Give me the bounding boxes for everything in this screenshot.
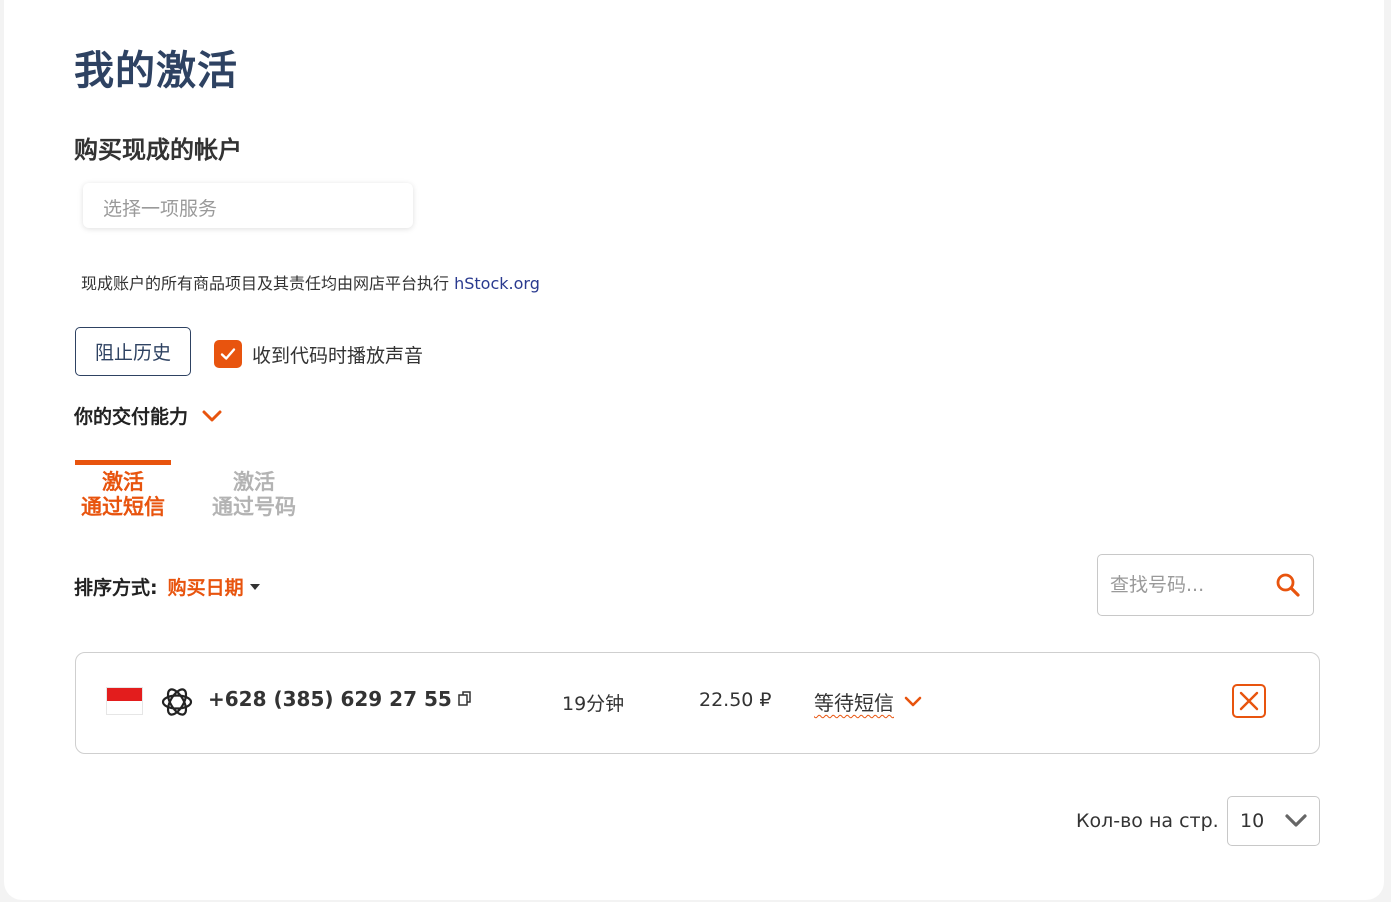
cancel-activation-button[interactable] xyxy=(1232,684,1266,718)
status-text: 等待短信 xyxy=(814,691,894,715)
tab-sms-line1: 激活 xyxy=(102,470,144,494)
sound-toggle[interactable]: 收到代码时播放声音 xyxy=(214,339,423,369)
indonesia-flag-icon xyxy=(106,687,143,715)
sort-value[interactable]: 购买日期 xyxy=(168,573,244,600)
service-select-placeholder: 选择一项服务 xyxy=(103,198,218,220)
page-title: 我的激活 xyxy=(74,48,238,94)
sort-control[interactable]: 排序方式: 购买日期 xyxy=(74,573,260,600)
phone-number-text: +628 (385) 629 27 55 xyxy=(208,687,452,711)
delivery-label: 你的交付能力 xyxy=(74,406,189,428)
block-history-button[interactable]: 阻止历史 xyxy=(75,327,191,376)
tab-activation-number[interactable]: 激活 通过号码 xyxy=(204,460,304,520)
sound-label: 收到代码时播放声音 xyxy=(252,344,424,367)
activation-row: +628 (385) 629 27 55 19分钟 22.50 ₽ 等待短信 xyxy=(75,652,1320,754)
ready-accounts-title: 购买现成的帐户 xyxy=(74,136,242,164)
per-page-label: Кол-во на стр. xyxy=(1076,810,1219,832)
tab-sms-line2: 通过短信 xyxy=(81,495,165,519)
notice-text: 现成账户的所有商品项目及其责任均由网店平台执行 xyxy=(81,274,450,293)
search-icon[interactable] xyxy=(1275,572,1301,598)
chevron-down-icon xyxy=(904,696,922,707)
search-input[interactable] xyxy=(1110,574,1275,596)
activation-status[interactable]: 等待短信 xyxy=(814,687,922,716)
service-select[interactable]: 选择一项服务 xyxy=(83,183,413,228)
activation-price: 22.50 ₽ xyxy=(699,689,772,711)
number-search[interactable] xyxy=(1097,554,1314,616)
hstock-link[interactable]: hStock.org xyxy=(454,274,540,293)
tab-number-line1: 激活 xyxy=(233,470,275,494)
tab-number-line2: 通过号码 xyxy=(212,495,296,519)
copy-icon[interactable] xyxy=(458,691,472,707)
caret-down-icon xyxy=(249,583,260,590)
activation-time: 19分钟 xyxy=(562,693,625,715)
phone-number: +628 (385) 629 27 55 xyxy=(208,687,472,711)
main-card: 我的激活 购买现成的帐户 选择一项服务 现成账户的所有商品项目及其责任均由网店平… xyxy=(4,0,1384,900)
close-icon xyxy=(1239,691,1259,711)
openai-icon xyxy=(161,688,193,716)
per-page-value: 10 xyxy=(1240,810,1265,832)
sort-label: 排序方式: xyxy=(74,577,158,599)
chevron-down-icon xyxy=(1285,814,1307,827)
per-page-select[interactable]: 10 xyxy=(1227,796,1320,846)
chevron-down-icon xyxy=(202,410,222,421)
tab-activation-sms[interactable]: 激活 通过短信 xyxy=(75,460,171,520)
accounts-notice: 现成账户的所有商品项目及其责任均由网店平台执行 hStock.org xyxy=(81,270,540,294)
delivery-capability-toggle[interactable]: 你的交付能力 xyxy=(74,402,222,429)
check-icon xyxy=(220,348,236,360)
sound-checkbox[interactable] xyxy=(214,340,242,368)
